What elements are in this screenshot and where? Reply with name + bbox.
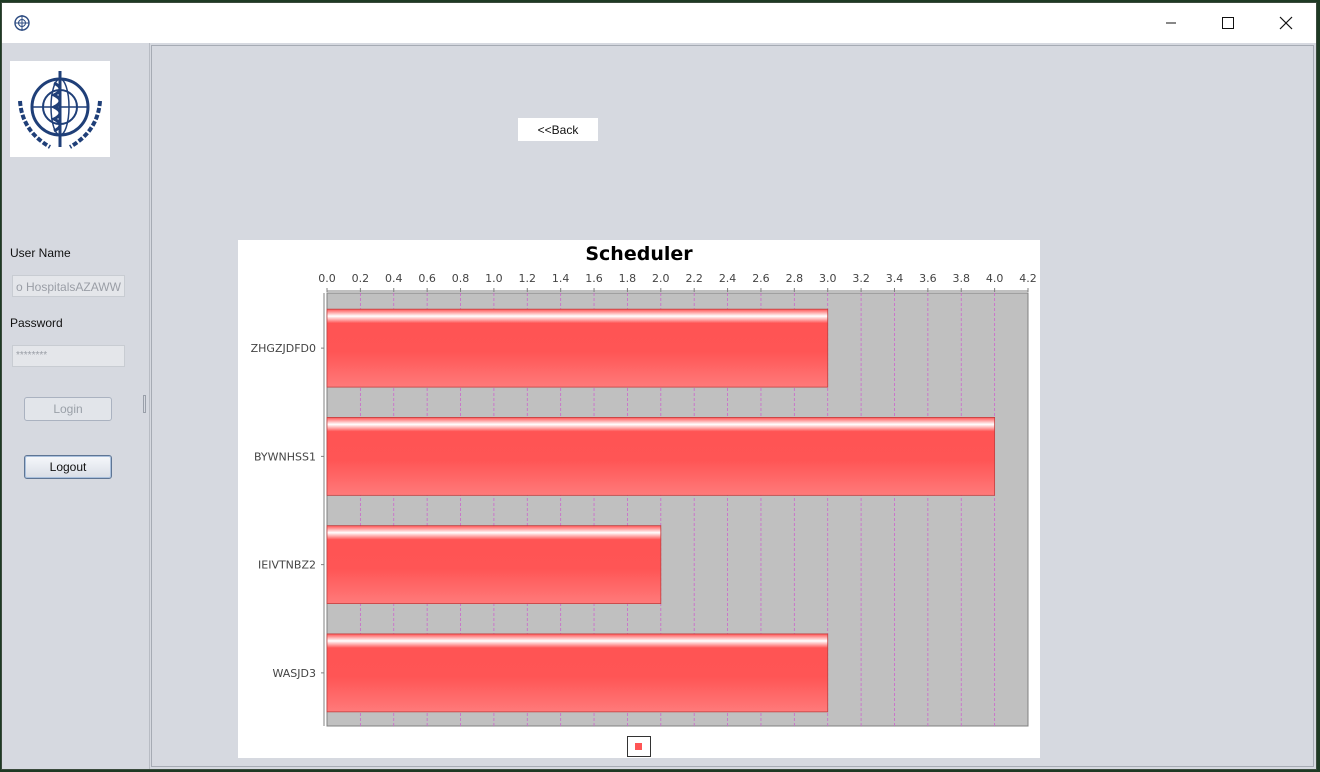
password-label: Password bbox=[10, 316, 63, 330]
y-tick-label: IEIVTNBZ2 bbox=[258, 559, 316, 572]
minimize-icon bbox=[1166, 22, 1176, 24]
x-tick-label: 2.4 bbox=[719, 272, 737, 285]
y-tick-label: ZHGZJDFD0 bbox=[251, 342, 316, 355]
bar bbox=[326, 525, 662, 604]
legend-swatch bbox=[635, 743, 642, 750]
x-tick-label: 1.4 bbox=[552, 272, 570, 285]
x-tick-label: 2.8 bbox=[786, 272, 804, 285]
x-tick-label: 3.0 bbox=[819, 272, 837, 285]
chart-svg: Scheduler 0.0 0.2 0.4 0.6 0.8 1.0 1.2 1.4 1.6 1.8… bbox=[251, 243, 1037, 757]
logout-button[interactable]: Logout bbox=[24, 455, 112, 479]
who-logo bbox=[10, 61, 110, 157]
bar bbox=[326, 308, 829, 388]
bar bbox=[326, 633, 829, 713]
x-tick-label: 0.8 bbox=[452, 272, 470, 285]
x-tick-label: 3.2 bbox=[852, 272, 870, 285]
x-tick-label: 0.0 bbox=[318, 272, 336, 285]
login-button[interactable]: Login bbox=[24, 397, 112, 421]
split-pane-divider[interactable] bbox=[141, 43, 150, 769]
x-tick-label: 1.8 bbox=[619, 272, 637, 285]
scheduler-chart: Scheduler 0.0 0.2 0.4 0.6 0.8 1.0 1.2 1.4 1.6 1.8… bbox=[238, 240, 1040, 758]
x-tick-label: 4.0 bbox=[986, 272, 1004, 285]
x-tick-label: 0.2 bbox=[352, 272, 370, 285]
back-button[interactable]: <<Back bbox=[518, 118, 598, 141]
app-window: User Name o HospitalsAZAWW Password ****… bbox=[1, 2, 1317, 770]
x-tick-label: 2.2 bbox=[685, 272, 703, 285]
x-tick-label: 4.2 bbox=[1019, 272, 1037, 285]
title-bar bbox=[2, 3, 1316, 43]
who-emblem-icon bbox=[18, 71, 102, 149]
sidebar: User Name o HospitalsAZAWW Password ****… bbox=[2, 43, 142, 769]
x-tick-label: 2.0 bbox=[652, 272, 670, 285]
x-tick-label: 1.2 bbox=[519, 272, 537, 285]
who-emblem-icon bbox=[14, 15, 30, 31]
y-tick-label: WASJD3 bbox=[273, 667, 317, 680]
x-tick-label: 2.6 bbox=[752, 272, 770, 285]
x-tick-label: 3.6 bbox=[919, 272, 937, 285]
x-tick-label: 3.8 bbox=[952, 272, 970, 285]
x-tick-label: 3.4 bbox=[886, 272, 904, 285]
x-tick-label: 0.6 bbox=[418, 272, 436, 285]
x-tick-label: 1.6 bbox=[585, 272, 603, 285]
bar bbox=[326, 417, 996, 496]
username-label: User Name bbox=[10, 246, 71, 260]
divider-grip[interactable] bbox=[143, 395, 146, 413]
maximize-button[interactable] bbox=[1199, 3, 1257, 43]
y-tick-label: BYWNHSS1 bbox=[254, 450, 316, 463]
close-button[interactable] bbox=[1257, 3, 1315, 43]
x-tick-label: 1.0 bbox=[485, 272, 503, 285]
chart-title: Scheduler bbox=[585, 243, 693, 265]
main-panel: <<Back Scheduler 0.0 0.2 0.4 0.6 0.8 1.0 1.2 1.… bbox=[151, 45, 1314, 767]
minimize-button[interactable] bbox=[1142, 3, 1200, 43]
password-field[interactable]: ******** bbox=[12, 345, 125, 367]
maximize-icon bbox=[1222, 17, 1234, 29]
username-field[interactable]: o HospitalsAZAWW bbox=[12, 275, 125, 297]
close-icon bbox=[1279, 16, 1293, 30]
x-tick-label: 0.4 bbox=[385, 272, 403, 285]
